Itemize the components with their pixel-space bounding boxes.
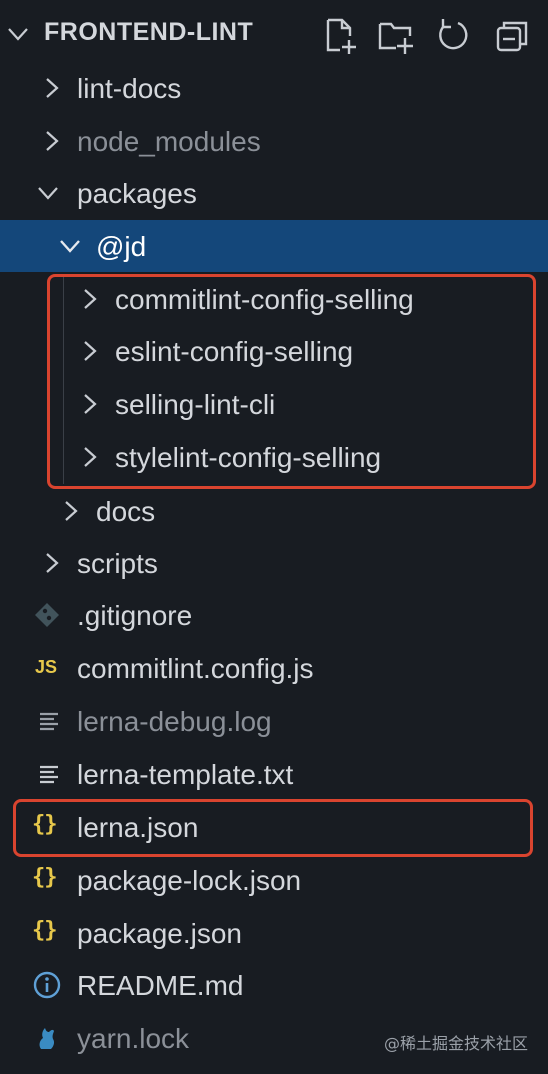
explorer-header[interactable]: FRONTEND-LINT [0,8,548,60]
tree-folder-docs[interactable]: docs [0,485,548,537]
explorer-title: FRONTEND-LINT [44,18,254,46]
javascript-icon: JS [35,657,58,677]
tree-item-label: scripts [77,548,158,579]
text-file-icon [40,765,58,784]
text-file-icon [40,712,58,731]
tree-item-label: @jd [96,231,147,262]
tree-item-label: README.md [77,970,244,1001]
refresh-icon[interactable] [434,16,474,56]
chevron-right-icon [46,553,59,573]
new-folder-icon[interactable] [376,16,416,56]
tree-folder-packages[interactable]: packages [0,167,548,219]
tree-item-label: lerna-template.txt [77,759,294,790]
tree-file-readme-md[interactable]: README.md [0,959,548,1011]
tree-file-commitlint-config-js[interactable]: JS commitlint.config.js [0,642,548,694]
tree-file-package-json[interactable]: {} package.json [0,907,548,959]
tree-item-label: commitlint.config.js [77,653,314,684]
highlight-box-lerna-json [13,799,533,857]
tree-file-package-lock-json[interactable]: {} package-lock.json [0,854,548,906]
git-icon [35,603,59,627]
tree-item-label: lerna-debug.log [77,706,272,737]
chevron-right-icon [46,131,59,151]
tree-item-label: node_modules [77,126,261,157]
json-icon: {} [32,865,57,890]
tree-file-lerna-debug-log[interactable]: lerna-debug.log [0,695,548,747]
info-icon [33,971,61,999]
tree-item-label: .gitignore [77,600,193,631]
chevron-down-icon [38,187,58,200]
tree-item-label: package.json [77,918,243,949]
tree-item-label: lint-docs [77,73,182,104]
file-explorer: FRONTEND-LINT lint-docs node_modules pac… [0,0,548,1074]
tree-folder-scripts[interactable]: scripts [0,537,548,589]
chevron-down-icon [60,240,80,253]
chevron-right-icon [65,501,78,521]
tree-item-label: package-lock.json [77,865,302,896]
tree-folder-lint-docs[interactable]: lint-docs [0,62,548,114]
tree-folder-node-modules[interactable]: node_modules [0,115,548,167]
collapse-all-icon[interactable] [492,16,532,56]
yarn-cat-icon [39,1028,55,1049]
tree-file-gitignore[interactable]: .gitignore [0,589,548,641]
new-file-icon[interactable] [320,16,360,56]
watermark: @稀土掘金技术社区 [383,1034,528,1053]
tree-file-lerna-template-txt[interactable]: lerna-template.txt [0,748,548,800]
tree-item-label: docs [96,496,156,527]
highlight-box-packages [47,274,536,489]
chevron-right-icon [46,78,59,98]
explorer-actions [320,16,540,56]
tree-item-label: packages [77,178,197,209]
json-icon: {} [32,918,57,943]
chevron-down-icon[interactable] [6,22,30,46]
tree-folder-jd[interactable]: @jd [0,220,548,272]
tree-item-label: yarn.lock [77,1023,190,1054]
